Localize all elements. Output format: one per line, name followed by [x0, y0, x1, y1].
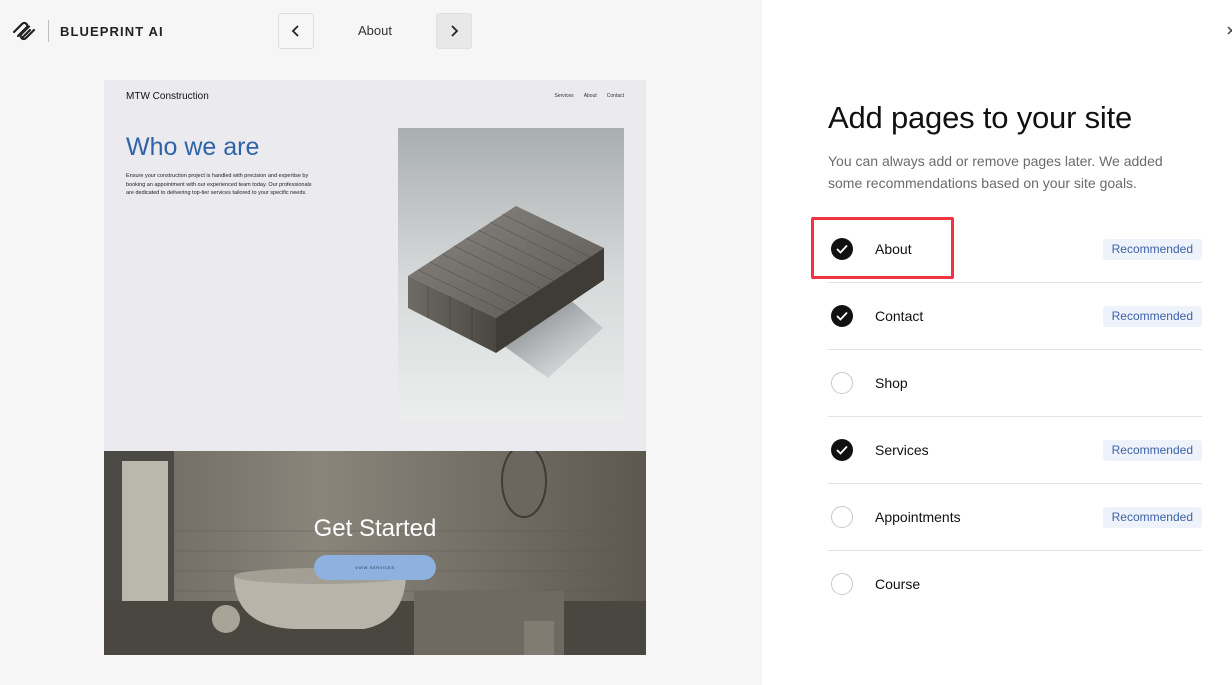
cta-button-label: VIEW SERVICES — [355, 565, 395, 570]
site-nav: Services About Contact — [555, 93, 625, 99]
current-page-label: About — [358, 23, 392, 38]
site-preview: MTW Construction Services About Contact … — [104, 80, 646, 655]
recommended-badge: Recommended — [1102, 440, 1202, 461]
recommended-badge: Recommended — [1102, 507, 1202, 528]
chevron-left-icon — [291, 25, 299, 37]
hero-image — [398, 128, 624, 421]
preview-cta-section: Get Started VIEW SERVICES — [104, 451, 646, 655]
recommended-badge: Recommended — [1102, 239, 1202, 260]
site-nav-contact[interactable]: Contact — [607, 93, 624, 99]
chevron-right-icon — [451, 25, 459, 37]
page-option-about[interactable]: About Recommended — [828, 216, 1202, 283]
page-option-label: About — [875, 241, 912, 257]
squarespace-logo-icon[interactable] — [11, 20, 37, 42]
logo-divider — [48, 20, 49, 42]
empty-circle-icon[interactable] — [831, 372, 853, 394]
checkmark-icon[interactable] — [831, 238, 853, 260]
page-option-contact[interactable]: Contact Recommended — [828, 283, 1202, 350]
preview-hero-section: MTW Construction Services About Contact … — [104, 80, 646, 451]
panel-subtitle: You can always add or remove pages later… — [828, 153, 1163, 191]
close-icon[interactable] — [1225, 24, 1232, 38]
page-list: About Recommended Contact Recommended Sh… — [828, 216, 1202, 618]
panel-title: Add pages to your site — [828, 100, 1133, 135]
recommended-badge: Recommended — [1102, 306, 1202, 327]
page-option-label: Course — [875, 576, 921, 592]
page-option-label: Services — [875, 442, 929, 458]
checkmark-icon[interactable] — [831, 439, 853, 461]
previous-page-button[interactable] — [278, 13, 314, 49]
site-nav-services[interactable]: Services — [555, 93, 574, 99]
page-option-shop[interactable]: Shop — [828, 350, 1202, 417]
bathroom-image — [104, 451, 646, 655]
hero-text: Ensure your construction project is hand… — [126, 173, 312, 196]
view-services-button[interactable]: VIEW SERVICES — [314, 555, 436, 580]
page-option-course[interactable]: Course — [828, 551, 1202, 618]
hero-title: Who we are — [126, 133, 260, 161]
checkmark-icon[interactable] — [831, 305, 853, 327]
cta-title: Get Started — [313, 515, 437, 542]
next-page-button[interactable] — [436, 13, 472, 49]
preview-pane: BLUEPRINT AI About MTW Construction Serv… — [0, 0, 762, 685]
site-nav-about[interactable]: About — [584, 93, 597, 99]
page-option-services[interactable]: Services Recommended — [828, 417, 1202, 484]
empty-circle-icon[interactable] — [831, 506, 853, 528]
page-option-label: Contact — [875, 308, 924, 324]
page-option-appointments[interactable]: Appointments Recommended — [828, 484, 1202, 551]
empty-circle-icon[interactable] — [831, 573, 853, 595]
page-option-label: Appointments — [875, 509, 961, 525]
page-option-label: Shop — [875, 375, 908, 391]
brand-name: BLUEPRINT AI — [60, 24, 164, 39]
site-name: MTW Construction — [126, 91, 209, 102]
